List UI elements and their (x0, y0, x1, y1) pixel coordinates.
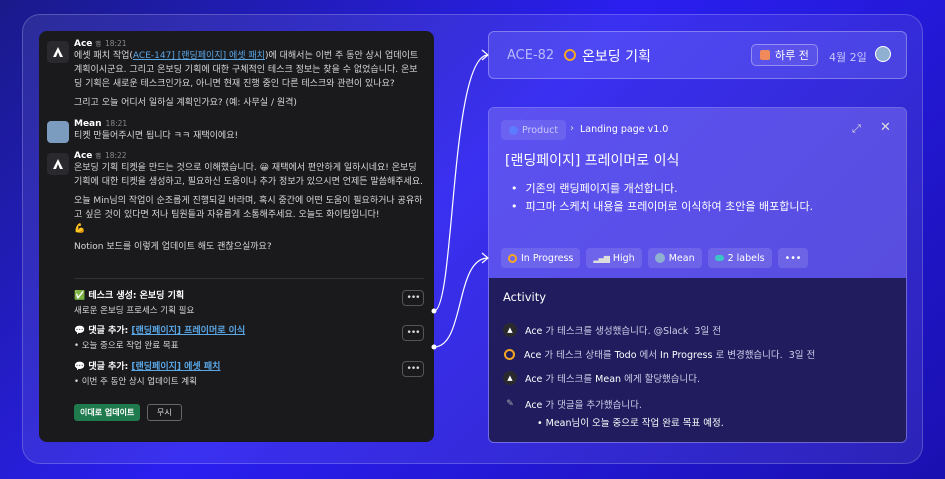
username[interactable]: Ace (74, 151, 92, 161)
ace-avatar: ▲ (503, 323, 517, 337)
due-date-badge[interactable]: 하루 전 (751, 44, 818, 66)
in-progress-icon (508, 253, 517, 263)
more-options-button[interactable]: ••• (402, 290, 424, 306)
activity-item: ▲ Ace 가 테스크를 Mean 에게 할당했습니다. (503, 371, 700, 385)
message-text: 그리고 오늘 어디서 일하실 계획인가요? (예: 사무실 / 원격) (74, 98, 297, 108)
task-item: 💬 댓글 추가: [랜딩페이지] 에셋 패치 • 이번 주 동안 상시 업데이트… (74, 359, 424, 389)
detail-header: Product › Landing page v1.0 ⤢ ✕ [랜딩페이지] … (489, 108, 906, 278)
detail-title: [랜딩페이지] 프레이머로 이식 (505, 153, 680, 169)
breadcrumb-product[interactable]: Product (501, 120, 567, 140)
app-badge: 앱 (95, 153, 101, 160)
message-text: 에셋 패치 작업(ACE-147] [랜딩페이지] 에셋 패치)에 대해서는 이… (74, 51, 419, 89)
mean-avatar (47, 121, 69, 143)
message-text: 오늘 Min님의 작업이 순조롭게 진행되길 바라며, 혹시 중간에 어떤 도움… (74, 196, 423, 234)
issue-link[interactable]: ACE-147] [랜딩페이지] 에셋 패치 (133, 51, 265, 61)
comment-icon: 💬 (74, 362, 86, 372)
message-text: Notion 보드를 이렇게 업데이트 해도 괜찮으실까요? (74, 242, 272, 252)
ace-avatar (47, 153, 69, 175)
issue-card[interactable]: ACE-82 온보딩 기획 하루 전 4월 2일 (488, 31, 907, 79)
muscle-emoji: 💪 (74, 224, 86, 234)
property-bar: In Progress ▂▄▆ High Mean 2 labels ••• (501, 248, 809, 268)
assignee-avatar[interactable] (875, 46, 891, 62)
activity-item: ▲ Ace 가 테스크를 생성했습니다. @Slack 3일 전 (503, 323, 721, 337)
issue-link[interactable]: [랜딩페이지] 프레이머로 이식 (131, 326, 245, 336)
pencil-icon: ✎ (506, 399, 514, 409)
comment-text: • Mean님이 오늘 중으로 작업 완료 목표 예정. (537, 418, 724, 429)
message-text: 온보딩 기획 티켓을 만드는 것으로 이해했습니다. 😀 재택에서 편안하게 일… (74, 163, 423, 187)
ignore-button[interactable]: 무시 (147, 404, 182, 421)
in-progress-icon (504, 348, 515, 360)
list-item: 기존의 랜딩페이지를 개선합니다. (511, 180, 813, 198)
breadcrumb-separator: › (570, 123, 574, 134)
username[interactable]: Ace (74, 39, 92, 49)
issue-title: 온보딩 기획 (582, 49, 651, 65)
divider (74, 278, 424, 279)
avatar (654, 253, 665, 263)
timestamp[interactable]: 18:21 (105, 39, 127, 48)
ace-avatar (47, 41, 69, 63)
priority-pill[interactable]: ▂▄▆ High (586, 248, 642, 268)
message-text: 티켓 만들어주시면 됩니다 ㅋㅋ 재택이에요! (74, 131, 239, 141)
task-item: 💬 댓글 추가: [랜딩페이지] 프레이머로 이식 • 오늘 중으로 작업 완료… (74, 323, 424, 353)
label-icon (714, 255, 724, 261)
slack-thread-panel: Ace 앱 18:21 에셋 패치 작업(ACE-147] [랜딩페이지] 에셋 패… (39, 31, 434, 442)
issue-detail-panel: Product › Landing page v1.0 ⤢ ✕ [랜딩페이지] … (488, 107, 907, 443)
expand-icon[interactable]: ⤢ (852, 122, 861, 136)
assignee-pill[interactable]: Mean (647, 248, 702, 268)
message-ace-1: Ace 앱 18:21 에셋 패치 작업(ACE-147] [랜딩페이지] 에셋 패… (47, 39, 424, 110)
issue-id: ACE-82 (507, 48, 555, 63)
calendar-icon (760, 50, 770, 60)
message-mean: Mean 18:21 티켓 만들어주시면 됩니다 ㅋㅋ 재택이에요! (47, 119, 424, 143)
description-list: 기존의 랜딩페이지를 개선합니다. 피그마 스케치 내용을 프레이머로 이식하여… (511, 180, 814, 216)
priority-bars-icon: ▂▄▆ (593, 253, 610, 263)
message-ace-2: Ace 앱 18:22 온보딩 기획 티켓을 만드는 것으로 이해했습니다. 😀 재… (47, 151, 424, 254)
update-button[interactable]: 이대로 업데이트 (74, 404, 141, 421)
task-item: ✅ 테스크 생성: 온보딩 기획 새로운 온보딩 프로세스 기획 필요 ••• (74, 288, 424, 318)
more-options-button[interactable]: ••• (402, 325, 424, 341)
activity-item: ✎ Ace 가 댓글을 추가했습니다. (503, 397, 642, 411)
issue-link[interactable]: [랜딩페이지] 에셋 패치 (131, 362, 220, 372)
comment-icon: 💬 (74, 326, 86, 336)
globe-icon (509, 125, 518, 135)
check-icon: ✅ (74, 291, 86, 301)
username[interactable]: Mean (74, 119, 102, 129)
ace-avatar: ▲ (503, 371, 517, 385)
timestamp[interactable]: 18:22 (105, 151, 127, 160)
timestamp[interactable]: 18:21 (106, 119, 128, 128)
app-badge: 앱 (95, 41, 101, 48)
breadcrumb-project[interactable]: Landing page v1.0 (580, 124, 668, 135)
more-options-button[interactable]: ••• (402, 361, 424, 377)
labels-pill[interactable]: 2 labels (707, 248, 772, 268)
list-item: 피그마 스케치 내용을 프레이머로 이식하여 초안을 배포합니다. (511, 198, 814, 216)
smile-emoji: 😀 (259, 163, 270, 173)
more-options-button[interactable]: ••• (777, 248, 809, 268)
activity-heading: Activity (503, 290, 547, 304)
in-progress-status-icon[interactable] (564, 49, 576, 61)
activity-item: Ace 가 테스크 상태를 Todo 에서 In Progress 로 변경했습… (503, 347, 815, 361)
issue-date: 4월 2일 (829, 51, 867, 64)
status-pill[interactable]: In Progress (501, 248, 581, 268)
close-icon[interactable]: ✕ (880, 120, 891, 135)
